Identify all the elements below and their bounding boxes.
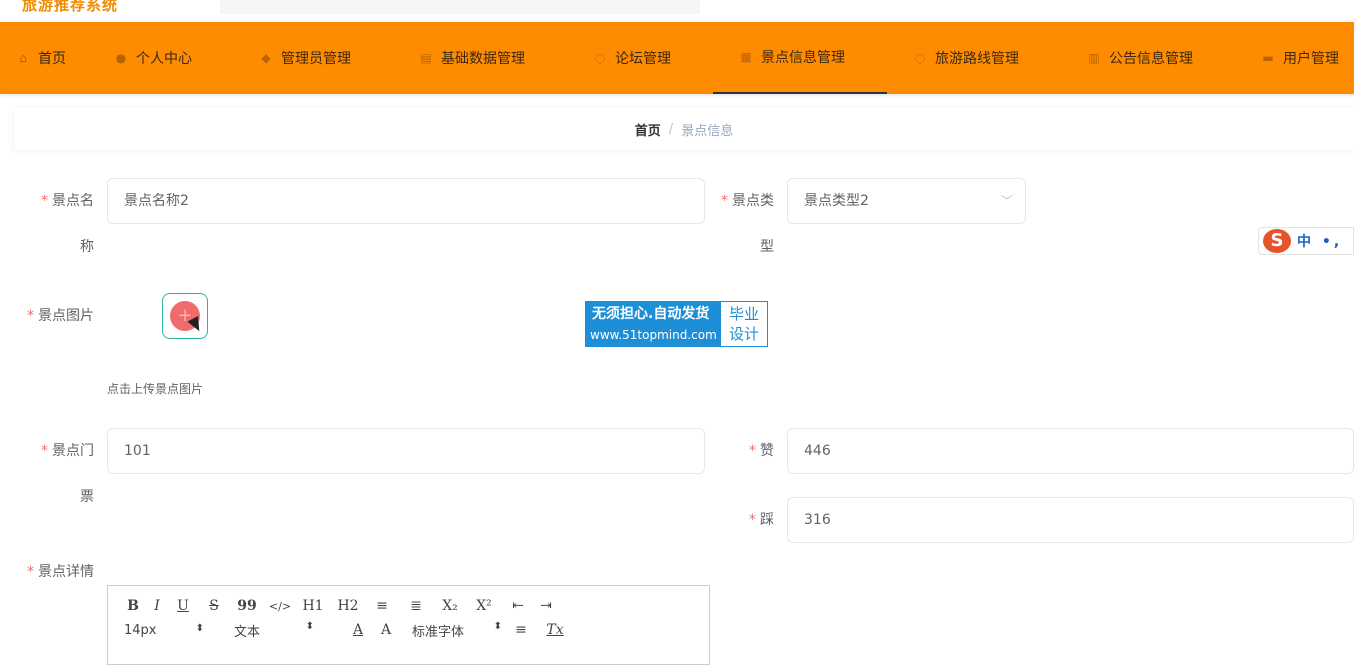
select-arrows-icon: ⬍ (305, 620, 314, 632)
type-label-cont: 型 (760, 239, 774, 255)
watermark-badge: 无须担心.自动发货 www.51topmind.com 毕业 设计 (585, 301, 768, 347)
nav-label: 旅游路线管理 (935, 51, 1019, 67)
editor-toolbar-row-1: B I U S 99 </> H1 H2 ≡ ≣ X₂ X² ⇤ ⇥ (122, 594, 560, 618)
breadcrumb-current: 景点信息 (681, 123, 734, 139)
breadcrumb-separator: / (668, 121, 674, 137)
type-select-value: 景点类型2 (804, 193, 869, 209)
nav-item-users[interactable]: ▬ 用户管理 (1261, 22, 1339, 94)
name-label: * 景点名 (41, 193, 94, 209)
app-brand: 旅游推荐系统 (22, 0, 119, 14)
ordered-list-button[interactable]: ≡ (368, 598, 396, 614)
ticket-input[interactable]: 101 (107, 428, 705, 474)
nav-label: 管理员管理 (281, 51, 351, 67)
nav-label: 基础数据管理 (441, 51, 525, 67)
upload-tip: 点击上传景点图片 (107, 382, 204, 396)
indent-increase-button[interactable]: ⇥ (532, 598, 560, 614)
select-arrows-icon: ⬍ (493, 620, 502, 632)
attraction-form: * 景点名 称 景点名称2 * 景点类 型 景点类型2 ﹀ * 景点图片 + 点击上传… (14, 160, 1354, 665)
forum-icon: ◌ (594, 51, 606, 65)
code-block-button[interactable]: </> (262, 600, 298, 613)
nav-label: 论坛管理 (615, 51, 671, 67)
editor-toolbar-row-2: 14px ⬍ 文本 ⬍ A A 标准字体 ⬍ ≡ Tx (124, 618, 570, 642)
nav-label: 用户管理 (1283, 51, 1339, 67)
font-color-button[interactable]: A (344, 622, 372, 638)
heading2-button[interactable]: H2 (328, 598, 368, 614)
nav-item-admin[interactable]: ◆ 管理员管理 (259, 22, 351, 94)
nav-label: 首页 (38, 51, 66, 67)
user-icon: ● (115, 51, 127, 65)
like-input[interactable]: 446 (787, 428, 1354, 474)
nav-item-attractions[interactable]: ▦ 景点信息管理 (713, 22, 887, 94)
notice-icon: ▥ (1088, 51, 1100, 65)
italic-button[interactable]: I (144, 598, 170, 614)
required-mark: * (41, 193, 48, 209)
required-mark: * (41, 443, 48, 459)
name-label-cont: 称 (80, 239, 94, 255)
nav-item-basic-data[interactable]: ▤ 基础数据管理 (419, 22, 525, 94)
users-icon: ▬ (1262, 51, 1274, 65)
nav-item-profile[interactable]: ● 个人中心 (114, 22, 192, 94)
font-family-select[interactable]: 标准字体 ⬍ (400, 621, 502, 640)
nav-item-home[interactable]: ⌂ 首页 (16, 22, 66, 94)
clear-format-button[interactable]: Tx (540, 622, 570, 638)
strike-button[interactable]: S (196, 598, 232, 614)
subscript-button[interactable]: X₂ (436, 598, 464, 614)
ticket-label-cont: 票 (80, 489, 94, 505)
nav-label: 个人中心 (136, 51, 192, 67)
blockquote-button[interactable]: 99 (232, 598, 262, 614)
indent-decrease-button[interactable]: ⇤ (504, 598, 532, 614)
type-label: * 景点类 (721, 193, 774, 209)
breadcrumb-home[interactable]: 首页 (635, 120, 661, 139)
data-icon: ▤ (420, 51, 432, 65)
detail-label: * 景点详情 (27, 564, 94, 580)
image-upload-button[interactable]: + (162, 293, 208, 339)
required-mark: * (27, 308, 34, 324)
required-mark: * (749, 443, 756, 459)
ime-mode-text: 中 •, (1297, 234, 1343, 250)
underline-button[interactable]: U (170, 598, 196, 614)
background-color-button[interactable]: A (372, 622, 400, 638)
bold-button[interactable]: B (122, 598, 144, 614)
nav-label: 景点信息管理 (761, 50, 845, 66)
ime-toolbar[interactable]: S 中 •, (1258, 227, 1354, 255)
font-size-select[interactable]: 14px ⬍ (124, 623, 204, 638)
dislike-input[interactable]: 316 (787, 497, 1354, 543)
sogou-logo-icon: S (1263, 229, 1291, 253)
ticket-label: * 景点门 (41, 443, 94, 459)
superscript-button[interactable]: X² (464, 598, 504, 614)
nav-item-routes[interactable]: ◌ 旅游路线管理 (913, 22, 1019, 94)
admin-icon: ◆ (261, 51, 271, 65)
select-arrows-icon: ⬍ (195, 622, 204, 634)
heading1-button[interactable]: H1 (298, 598, 328, 614)
route-icon: ◌ (914, 51, 926, 65)
breadcrumb: 首页 / 景点信息 (14, 108, 1354, 150)
dislike-label: * 踩 (749, 512, 774, 528)
type-select[interactable]: 景点类型2 ﹀ (787, 178, 1026, 224)
name-input[interactable]: 景点名称2 (107, 178, 705, 224)
grid-icon: ▦ (740, 50, 752, 64)
nav-label: 公告信息管理 (1109, 51, 1193, 67)
format-select[interactable]: 文本 ⬍ (204, 621, 314, 640)
main-nav: ⌂ 首页 ● 个人中心 ◆ 管理员管理 ▤ 基础数据管理 ◌ 论坛管理 ▦ 景点… (0, 22, 1354, 94)
required-mark: * (721, 193, 728, 209)
rich-text-editor[interactable]: B I U S 99 </> H1 H2 ≡ ≣ X₂ X² ⇤ ⇥ 14px ⬍… (107, 585, 710, 665)
home-icon: ⌂ (19, 51, 27, 65)
chevron-down-icon: ﹀ (1000, 194, 1013, 208)
like-label: * 赞 (749, 443, 774, 459)
header-search-area (220, 0, 700, 14)
nav-item-forum[interactable]: ◌ 论坛管理 (593, 22, 671, 94)
required-mark: * (749, 512, 756, 528)
top-header: 旅游推荐系统 (0, 0, 1354, 22)
align-button[interactable]: ≡ (502, 622, 540, 638)
nav-item-notices[interactable]: ▥ 公告信息管理 (1087, 22, 1193, 94)
required-mark: * (27, 564, 34, 580)
bullet-list-button[interactable]: ≣ (396, 598, 436, 614)
image-label: * 景点图片 (27, 308, 94, 324)
